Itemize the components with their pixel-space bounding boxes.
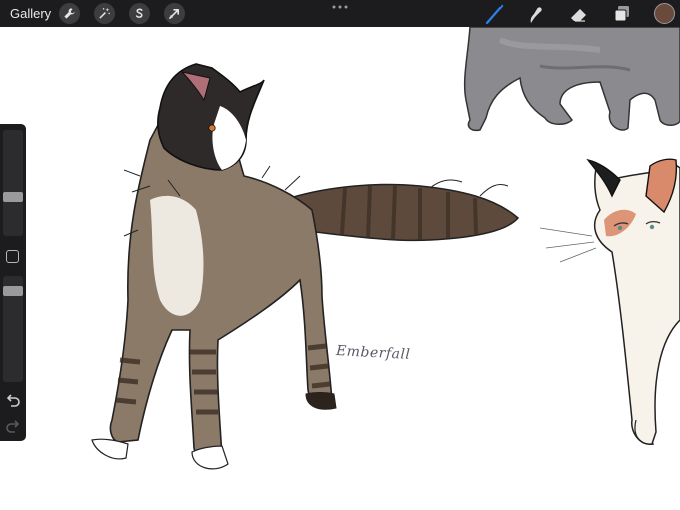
opacity-thumb[interactable] xyxy=(3,285,23,296)
smudge-icon[interactable] xyxy=(525,3,547,25)
brown-cat-tail xyxy=(288,179,520,242)
drawing-canvas[interactable]: Emberfall xyxy=(0,26,680,510)
sidebar-panel xyxy=(0,124,26,441)
more-options-icon[interactable] xyxy=(331,3,349,11)
calico-cat-sketch xyxy=(539,158,680,445)
top-toolbar: Gallery xyxy=(0,0,680,27)
color-swatch[interactable] xyxy=(654,3,675,24)
redo-icon[interactable] xyxy=(5,420,21,434)
brown-cat-sketch xyxy=(91,63,337,470)
layers-icon[interactable] xyxy=(611,3,633,25)
brush-size-thumb[interactable] xyxy=(3,192,23,203)
undo-icon[interactable] xyxy=(5,394,21,408)
wrench-icon[interactable] xyxy=(59,3,80,24)
gallery-button[interactable]: Gallery xyxy=(10,6,51,21)
modify-button[interactable] xyxy=(6,250,19,263)
selection-icon[interactable] xyxy=(129,3,150,24)
magic-wand-icon[interactable] xyxy=(94,3,115,24)
brush-icon[interactable] xyxy=(484,3,506,25)
gray-cat-sketch xyxy=(463,26,680,132)
brush-size-slider[interactable] xyxy=(3,130,23,236)
eraser-icon[interactable] xyxy=(568,3,590,25)
cat-sketch-artwork xyxy=(91,26,680,470)
transform-arrow-icon[interactable] xyxy=(164,3,185,24)
